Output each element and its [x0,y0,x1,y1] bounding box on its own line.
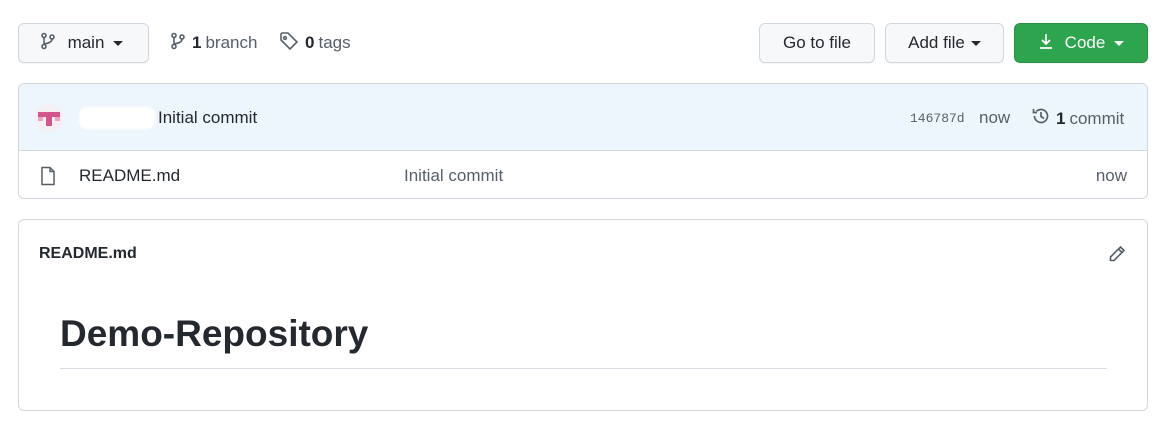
tag-count: 0 [305,33,315,52]
git-branch-icon [170,32,186,55]
file-icon [40,166,56,191]
code-label: Code [1064,33,1106,52]
go-to-file-button[interactable]: Go to file [759,23,875,63]
add-file-button[interactable]: Add file [885,23,1004,63]
commit-history-link[interactable]: 1 commit [1031,106,1124,131]
readme-filename: README.md [39,245,137,262]
pencil-icon[interactable] [1107,244,1127,269]
branch-selector-button[interactable]: main [18,23,149,63]
tags-link[interactable]: 0 tags [279,23,351,63]
commit-hash[interactable]: 146787d [910,111,965,126]
file-commit-time: now [1095,166,1127,185]
chevron-down-icon [1114,40,1125,46]
branch-count: 1 [192,33,202,52]
file-listing: Initial commit 146787d now 1 commit READ… [18,83,1148,199]
chevron-down-icon [970,40,981,46]
latest-commit-bar: Initial commit 146787d now 1 commit [19,84,1147,151]
tag-label: tags [318,33,351,52]
commit-count-label: commit [1069,108,1125,128]
branch-selector-label: main [67,33,105,52]
go-to-file-label: Go to file [782,33,852,52]
commit-time: now [979,108,1011,127]
readme-panel: README.md Demo-Repository [18,219,1148,411]
branches-link[interactable]: 1 branch [170,23,257,63]
latest-commit-message[interactable]: Initial commit [158,108,257,128]
file-commit-message[interactable]: Initial commit [404,166,503,186]
commit-count: 1 [1056,108,1066,128]
add-file-label: Add file [908,33,965,52]
table-row[interactable]: README.md Initial commit now [19,151,1147,198]
history-icon [1031,106,1051,131]
code-button[interactable]: Code [1014,23,1148,63]
branch-label: branch [205,33,258,52]
divider [60,368,1107,369]
chevron-down-icon [113,40,124,46]
redacted-author [79,107,155,129]
tag-icon [279,31,299,56]
avatar[interactable] [35,104,63,132]
file-name[interactable]: README.md [79,166,180,186]
download-icon [1038,32,1054,55]
readme-heading: Demo-Repository [60,313,369,354]
git-branch-icon [40,32,56,55]
